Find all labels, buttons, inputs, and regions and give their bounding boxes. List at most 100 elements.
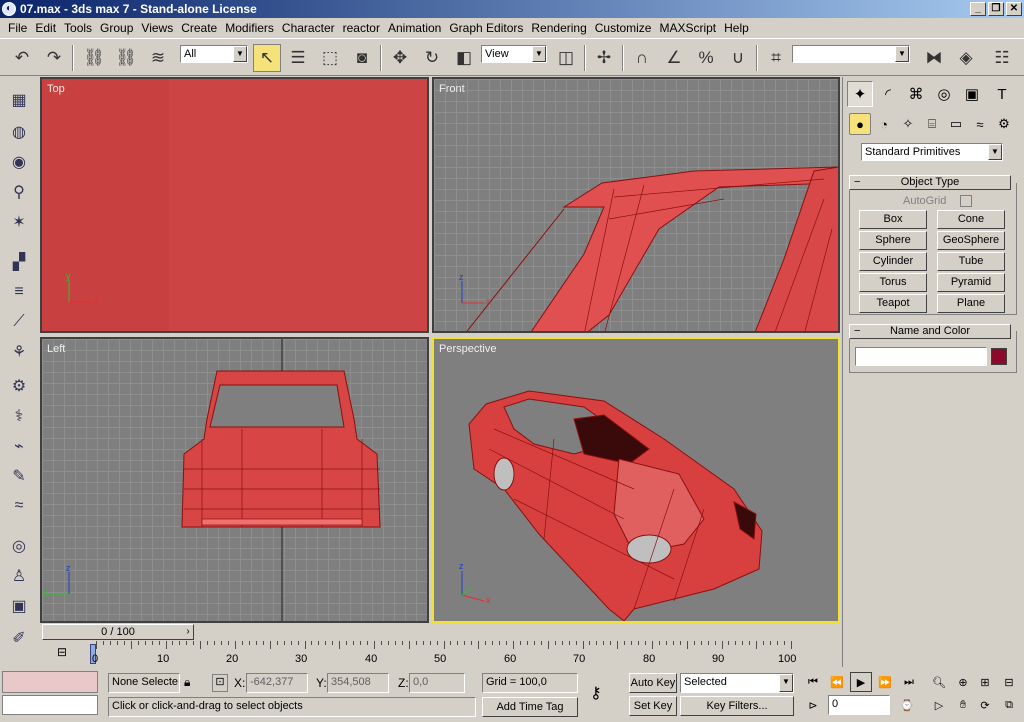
lock-icon[interactable]: 🔒︎	[184, 675, 200, 691]
window-crossing-icon[interactable]: ◙	[348, 44, 376, 72]
particles-tab-icon[interactable]: ▞	[5, 249, 33, 275]
sphere-button[interactable]: Sphere	[859, 231, 927, 250]
selection-filter-dropdown[interactable]: All ▼	[180, 45, 248, 63]
time-configuration-icon[interactable]: ⌚	[896, 695, 918, 715]
manipulate-icon[interactable]: ✢	[590, 44, 618, 72]
set-key-button[interactable]: Set Key	[629, 696, 677, 716]
arc-rotate-icon[interactable]: ⟳	[974, 695, 996, 715]
curve-editor-icon[interactable]: ⊟	[52, 645, 72, 663]
modifiers-tab-icon[interactable]: ⚙	[5, 373, 33, 399]
select-and-rotate-icon[interactable]: ↻	[418, 44, 446, 72]
shapes-tab-icon[interactable]: ◍	[5, 119, 33, 145]
display-panel-icon[interactable]: ▣	[959, 81, 985, 107]
viewport-top[interactable]: Top y x	[40, 77, 429, 333]
pan-icon[interactable]: ✋︎	[952, 695, 974, 715]
angle-snap-icon[interactable]: ∠	[660, 44, 688, 72]
motion-panel-icon[interactable]: ◎	[931, 81, 957, 107]
time-slider-thumb[interactable]: 0 / 100	[42, 624, 194, 640]
tube-button[interactable]: Tube	[937, 252, 1005, 271]
percent-snap-icon[interactable]: %	[692, 44, 720, 72]
field-of-view-icon[interactable]: ▷	[928, 695, 950, 715]
cone-button[interactable]: Cone	[937, 210, 1005, 229]
undo-icon[interactable]: ↶	[8, 44, 36, 72]
menu-reactor[interactable]: reactor	[339, 18, 384, 38]
pivot-center-icon[interactable]: ◫	[552, 44, 580, 72]
bind-space-warp-icon[interactable]: ≋	[144, 44, 172, 72]
ik-tab-icon[interactable]: ◎	[5, 533, 33, 559]
mirror-icon[interactable]: ⧓	[920, 44, 948, 72]
auto-key-button[interactable]: Auto Key	[629, 673, 677, 693]
cylinder-button[interactable]: Cylinder	[859, 252, 927, 271]
z-coordinate-field[interactable]: 0,0	[409, 673, 465, 693]
menu-modifiers[interactable]: Modifiers	[221, 18, 278, 38]
object-type-header[interactable]: − Object Type	[849, 175, 1011, 190]
character-tab-icon[interactable]: ♙	[5, 563, 33, 589]
select-and-link-icon[interactable]: ⛓	[80, 44, 108, 72]
chevron-right-icon[interactable]: ›	[181, 624, 195, 640]
previous-frame-icon[interactable]: ⏪	[826, 672, 848, 692]
time-slider[interactable]: ‹ 0 / 100 ›	[38, 623, 842, 641]
menu-edit[interactable]: Edit	[31, 18, 60, 38]
viewport-label-perspective[interactable]: Perspective	[439, 343, 496, 355]
menu-help[interactable]: Help	[720, 18, 753, 38]
align-icon[interactable]: ◈	[952, 44, 980, 72]
pyramid-button[interactable]: Pyramid	[937, 273, 1005, 292]
space-warps-tab-icon[interactable]: ⌁	[5, 433, 33, 459]
menu-views[interactable]: Views	[137, 18, 177, 38]
menu-create[interactable]: Create	[177, 18, 221, 38]
zoom-all-icon[interactable]: ⊕	[952, 672, 974, 692]
menu-rendering[interactable]: Rendering	[527, 18, 590, 38]
viewport-label-top[interactable]: Top	[47, 83, 65, 95]
select-and-scale-icon[interactable]: ◧	[450, 44, 478, 72]
viewport-label-left[interactable]: Left	[47, 343, 65, 355]
menu-tools[interactable]: Tools	[60, 18, 96, 38]
bones-tab-icon[interactable]: ⚕	[5, 403, 33, 429]
hierarchy-panel-icon[interactable]: ⌘	[903, 81, 929, 107]
named-selection-dropdown[interactable]: ▼	[792, 45, 910, 63]
viewport-left[interactable]: Left z y	[40, 337, 429, 623]
box-button[interactable]: Box	[859, 210, 927, 229]
go-to-end-icon[interactable]: ⏭	[898, 672, 920, 692]
menu-file[interactable]: File	[4, 18, 31, 38]
materials-tab-icon[interactable]: ▣	[5, 593, 33, 619]
shapes-icon[interactable]: ◔	[873, 113, 895, 135]
zoom-extents-icon[interactable]: ⊞	[974, 672, 996, 692]
menu-maxscript[interactable]: MAXScript	[655, 18, 720, 38]
lights-icon[interactable]: ✧	[897, 113, 919, 135]
viewport-perspective[interactable]: Perspective z x	[432, 337, 840, 623]
key-mode-icon[interactable]: ⊳	[802, 695, 824, 715]
reactor-tab-icon[interactable]: ✎	[5, 463, 33, 489]
layer-manager-icon[interactable]: ☷	[988, 44, 1016, 72]
utilities-panel-icon[interactable]: T	[989, 81, 1015, 107]
unlink-icon[interactable]: ⛓	[112, 44, 140, 72]
create-panel-icon[interactable]: ✦	[847, 81, 873, 107]
reference-coordinate-dropdown[interactable]: View ▼	[481, 45, 547, 63]
helpers-icon[interactable]: ▭	[945, 113, 967, 135]
maxscript-listener-pink[interactable]	[2, 671, 98, 693]
menu-graph-editors[interactable]: Graph Editors	[445, 18, 527, 38]
compounds-tab-icon[interactable]: ◉	[5, 149, 33, 175]
patch-grids-tab-icon[interactable]: ≡	[5, 279, 33, 305]
add-time-tag-button[interactable]: Add Time Tag	[482, 697, 578, 717]
select-and-move-icon[interactable]: ✥	[386, 44, 414, 72]
key-selection-dropdown[interactable]: Selected ▼	[680, 673, 794, 693]
render-tab-icon[interactable]: ✐	[5, 625, 33, 651]
x-coordinate-field[interactable]: -642,377	[246, 673, 308, 693]
geosphere-button[interactable]: GeoSphere	[937, 231, 1005, 250]
minimize-button[interactable]: _	[970, 2, 986, 16]
object-color-swatch[interactable]	[991, 348, 1007, 365]
absolute-mode-icon[interactable]: ⊡	[212, 674, 228, 692]
key-filters-button[interactable]: Key Filters...	[680, 696, 794, 716]
cameras-icon[interactable]: ⌸	[921, 113, 943, 135]
menu-animation[interactable]: Animation	[384, 18, 445, 38]
autogrid-checkbox[interactable]: AutoGrid	[903, 195, 973, 208]
systems-icon[interactable]: ⚙	[993, 113, 1015, 135]
y-coordinate-field[interactable]: 354,508	[327, 673, 389, 693]
viewport-front[interactable]: Front z x	[432, 77, 840, 333]
edit-named-selection-icon[interactable]: ⌗	[762, 44, 790, 72]
next-frame-icon[interactable]: ⏩	[874, 672, 896, 692]
close-button[interactable]: ✕	[1006, 2, 1022, 16]
current-frame-field[interactable]: 0	[828, 695, 890, 715]
helpers-tab-icon[interactable]: ✶	[5, 209, 33, 235]
viewport-label-front[interactable]: Front	[439, 83, 465, 95]
